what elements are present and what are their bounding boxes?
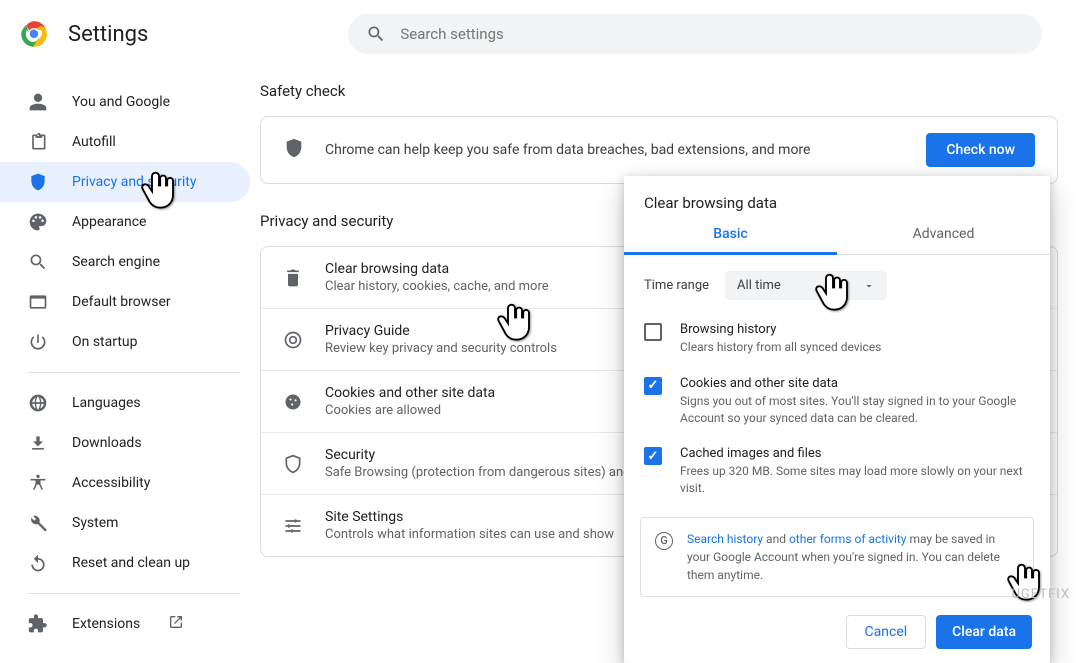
row-sub: Cookies are allowed bbox=[325, 403, 495, 418]
checkbox[interactable] bbox=[644, 377, 662, 395]
globe-icon bbox=[28, 393, 48, 413]
check-title: Browsing history bbox=[680, 322, 881, 337]
clear-browsing-data-dialog: Clear browsing data Basic Advanced Time … bbox=[624, 176, 1050, 663]
check-sub: Signs you out of most sites. You'll stay… bbox=[680, 393, 1030, 427]
sidebar-item-label: You and Google bbox=[72, 94, 170, 110]
other-activity-link[interactable]: other forms of activity bbox=[789, 532, 907, 546]
sidebar-item-label: On startup bbox=[72, 334, 138, 350]
page-title: Settings bbox=[68, 22, 148, 47]
download-icon bbox=[28, 433, 48, 453]
check-cookies[interactable]: Cookies and other site data Signs you out… bbox=[624, 370, 1050, 441]
person-icon bbox=[28, 92, 48, 112]
time-range-label: Time range bbox=[644, 278, 709, 293]
accessibility-icon bbox=[28, 473, 48, 493]
sidebar-item-reset[interactable]: Reset and clean up bbox=[0, 543, 250, 583]
sidebar-item-label: Extensions bbox=[72, 616, 140, 632]
palette-icon bbox=[28, 212, 48, 232]
sidebar-item-privacy-security[interactable]: Privacy and security bbox=[0, 162, 250, 202]
checkbox[interactable] bbox=[644, 447, 662, 465]
target-icon bbox=[283, 330, 303, 350]
check-sub: Frees up 320 MB. Some sites may load mor… bbox=[680, 463, 1030, 497]
shield-icon bbox=[28, 172, 48, 192]
check-cached[interactable]: Cached images and files Frees up 320 MB. … bbox=[624, 440, 1050, 511]
shield-icon bbox=[283, 137, 305, 163]
row-sub: Controls what information sites can use … bbox=[325, 527, 614, 542]
sidebar-item-label: Accessibility bbox=[72, 475, 150, 491]
power-icon bbox=[28, 332, 48, 352]
search-input[interactable] bbox=[400, 25, 1024, 43]
shield-outline-icon bbox=[283, 454, 303, 474]
sidebar-item-label: Privacy and security bbox=[72, 174, 196, 190]
sidebar-item-languages[interactable]: Languages bbox=[0, 383, 250, 423]
divider bbox=[28, 372, 240, 373]
tab-advanced[interactable]: Advanced bbox=[837, 226, 1050, 254]
row-title: Site Settings bbox=[325, 509, 614, 525]
sidebar-item-autofill[interactable]: Autofill bbox=[0, 122, 250, 162]
sidebar-item-label: Search engine bbox=[72, 254, 160, 270]
search-box[interactable] bbox=[348, 14, 1042, 54]
clipboard-icon bbox=[28, 132, 48, 152]
watermark: UGETFIX bbox=[1011, 587, 1070, 602]
clear-data-button[interactable]: Clear data bbox=[936, 615, 1032, 649]
external-icon bbox=[168, 614, 184, 634]
sidebar-item-label: Languages bbox=[72, 395, 141, 411]
sidebar-item-accessibility[interactable]: Accessibility bbox=[0, 463, 250, 503]
sidebar-item-you-and-google[interactable]: You and Google bbox=[0, 82, 250, 122]
sidebar-item-label: Downloads bbox=[72, 435, 142, 451]
sidebar-item-system[interactable]: System bbox=[0, 503, 250, 543]
sidebar-item-on-startup[interactable]: On startup bbox=[0, 322, 250, 362]
extension-icon bbox=[28, 614, 48, 634]
row-title: Cookies and other site data bbox=[325, 385, 495, 401]
sidebar-item-default-browser[interactable]: Default browser bbox=[0, 282, 250, 322]
dialog-title: Clear browsing data bbox=[624, 176, 1050, 226]
search-icon bbox=[366, 24, 386, 44]
sidebar-item-search-engine[interactable]: Search engine bbox=[0, 242, 250, 282]
google-g-icon: G bbox=[655, 532, 673, 550]
cancel-button[interactable]: Cancel bbox=[846, 615, 927, 649]
chrome-logo-icon bbox=[20, 20, 48, 48]
checkbox[interactable] bbox=[644, 323, 662, 341]
trash-icon bbox=[283, 268, 303, 288]
safety-check-card: Chrome can help keep you safe from data … bbox=[260, 116, 1058, 184]
chevron-down-icon bbox=[863, 280, 875, 292]
tune-icon bbox=[283, 516, 303, 536]
sidebar-item-label: System bbox=[72, 515, 118, 531]
google-account-notice: G Search history and other forms of acti… bbox=[640, 517, 1034, 597]
row-sub: Clear history, cookies, cache, and more bbox=[325, 279, 549, 294]
time-range-select[interactable]: All time bbox=[725, 271, 887, 300]
sidebar-item-label: Default browser bbox=[72, 294, 171, 310]
check-sub: Clears history from all synced devices bbox=[680, 339, 881, 356]
sidebar-item-label: Reset and clean up bbox=[72, 555, 190, 571]
safety-check-text: Chrome can help keep you safe from data … bbox=[325, 142, 926, 158]
reset-icon bbox=[28, 553, 48, 573]
row-sub: Review key privacy and security controls bbox=[325, 341, 557, 356]
sidebar-item-extensions[interactable]: Extensions bbox=[0, 604, 250, 644]
check-now-button[interactable]: Check now bbox=[926, 133, 1035, 167]
check-browsing-history[interactable]: Browsing history Clears history from all … bbox=[624, 316, 1050, 370]
sidebar-item-downloads[interactable]: Downloads bbox=[0, 423, 250, 463]
check-title: Cached images and files bbox=[680, 446, 1030, 461]
row-title: Clear browsing data bbox=[325, 261, 549, 277]
sidebar-item-appearance[interactable]: Appearance bbox=[0, 202, 250, 242]
wrench-icon bbox=[28, 513, 48, 533]
row-title: Privacy Guide bbox=[325, 323, 557, 339]
search-icon bbox=[28, 252, 48, 272]
check-title: Cookies and other site data bbox=[680, 376, 1030, 391]
tab-basic[interactable]: Basic bbox=[624, 226, 837, 255]
sidebar-item-label: Autofill bbox=[72, 134, 116, 150]
sidebar-item-label: Appearance bbox=[72, 214, 146, 230]
divider bbox=[28, 593, 240, 594]
sidebar: You and Google Autofill Privacy and secu… bbox=[0, 68, 260, 644]
search-history-link[interactable]: Search history bbox=[687, 532, 763, 546]
cookie-icon bbox=[283, 392, 303, 412]
safety-check-heading: Safety check bbox=[260, 82, 1058, 100]
browser-icon bbox=[28, 292, 48, 312]
